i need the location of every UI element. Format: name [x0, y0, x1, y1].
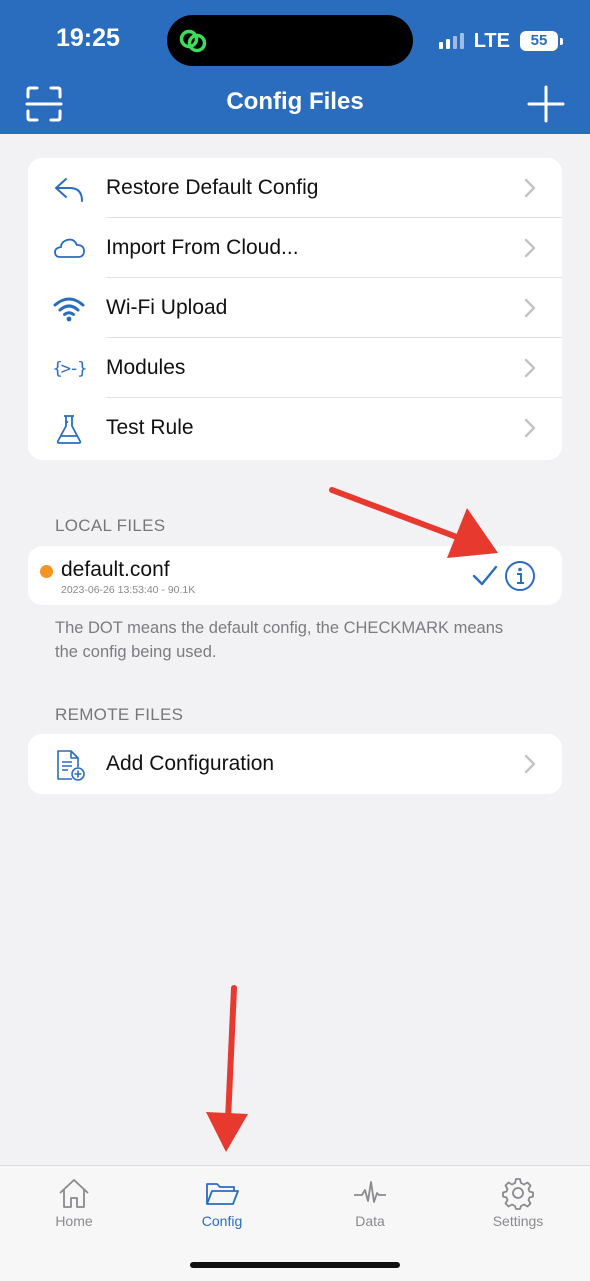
- tab-label: Home: [55, 1213, 93, 1229]
- default-config-dot: [40, 565, 53, 578]
- restore-default-config-row[interactable]: Restore Default Config: [28, 158, 562, 218]
- signal-icon: [438, 33, 464, 49]
- annotation-arrow-to-config-tab: [206, 985, 248, 1152]
- dynamic-island: [167, 15, 413, 66]
- battery-icon: 55: [520, 31, 563, 51]
- wifi-upload-row[interactable]: Wi-Fi Upload: [28, 278, 562, 338]
- local-file-row[interactable]: default.conf 2023-06-26 13:53:40 - 90.1K: [28, 546, 562, 605]
- menu-item-label: Wi-Fi Upload: [106, 296, 228, 319]
- local-files-header: LOCAL FILES: [55, 516, 166, 535]
- header: 19:25 LTE 55 Config Files: [0, 0, 590, 134]
- undo-arrow-icon: [55, 178, 83, 202]
- menu-item-label: Modules: [106, 356, 186, 379]
- tab-home[interactable]: Home: [24, 1176, 124, 1229]
- chevron-right-icon: [524, 178, 536, 198]
- menu-item-label: Restore Default Config: [106, 176, 319, 199]
- modules-row[interactable]: {>-} Modules: [28, 338, 562, 398]
- add-configuration-row[interactable]: Add Configuration: [28, 734, 562, 794]
- status-time: 19:25: [56, 24, 120, 52]
- home-icon: [59, 1179, 89, 1208]
- remote-files-card: Add Configuration: [28, 734, 562, 794]
- menu-item-label: Add Configuration: [106, 752, 275, 775]
- checkmark-icon: [472, 565, 498, 586]
- status-indicators: LTE 55: [438, 27, 563, 55]
- flask-icon: [56, 415, 82, 444]
- battery-level: 55: [530, 32, 548, 49]
- chevron-right-icon: [524, 298, 536, 318]
- remote-files-header: REMOTE FILES: [55, 705, 184, 724]
- add-document-icon: [57, 750, 85, 781]
- wifi-icon: [53, 297, 85, 322]
- gear-icon: [502, 1178, 534, 1210]
- menu-card: Restore Default Config Import From Cloud…: [28, 158, 562, 460]
- test-rule-row[interactable]: Test Rule: [28, 398, 562, 458]
- home-indicator: [190, 1262, 400, 1268]
- info-icon[interactable]: [504, 560, 536, 592]
- chevron-right-icon: [524, 418, 536, 438]
- menu-item-label: Test Rule: [106, 416, 194, 439]
- tab-data[interactable]: Data: [320, 1176, 420, 1229]
- chevron-right-icon: [524, 238, 536, 258]
- tab-label: Config: [201, 1213, 243, 1229]
- tab-label: Data: [355, 1213, 385, 1229]
- pulse-icon: [354, 1181, 386, 1203]
- tab-label: Settings: [492, 1213, 544, 1229]
- chevron-right-icon: [524, 358, 536, 378]
- network-type: LTE: [473, 29, 510, 52]
- file-name: default.conf: [61, 558, 170, 581]
- cloud-icon: [54, 238, 85, 258]
- file-meta: 2023-06-26 13:53:40 - 90.1K: [61, 584, 196, 596]
- local-files-footnote: The DOT means the default config, the CH…: [55, 619, 504, 661]
- import-from-cloud-row[interactable]: Import From Cloud...: [28, 218, 562, 278]
- tab-config[interactable]: Config: [172, 1176, 272, 1229]
- link-rings-icon: [179, 29, 207, 53]
- tab-settings[interactable]: Settings: [468, 1176, 568, 1229]
- braces-icon: {>-}: [52, 359, 88, 379]
- page-title: Config Files: [226, 88, 364, 115]
- chevron-right-icon: [524, 754, 536, 774]
- plus-icon[interactable]: [526, 84, 566, 124]
- menu-item-label: Import From Cloud...: [106, 236, 299, 259]
- folder-icon: [206, 1183, 239, 1205]
